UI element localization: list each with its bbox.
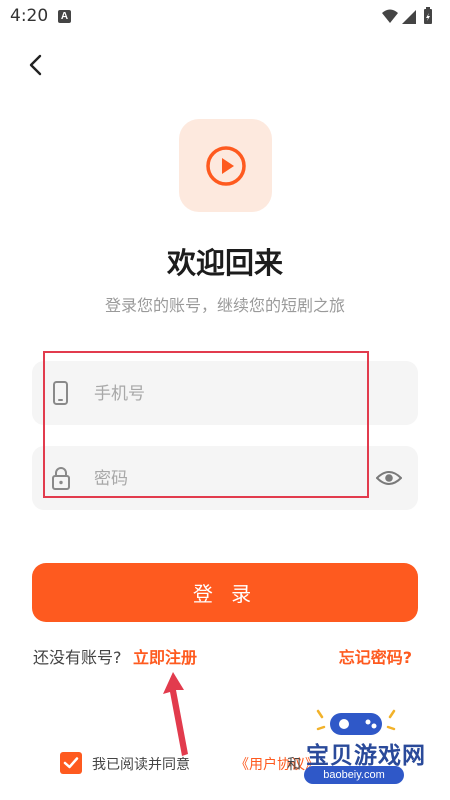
- watermark-url: baobeiy.com: [304, 766, 404, 784]
- password-input[interactable]: [92, 446, 376, 512]
- app-logo: [179, 119, 272, 212]
- page-subtitle: 登录您的账号，继续您的短剧之旅: [104, 296, 345, 315]
- lock-icon: [52, 467, 70, 490]
- status-icons: [380, 7, 440, 27]
- eye-icon[interactable]: [376, 467, 402, 489]
- chevron-left-icon: [29, 54, 42, 76]
- phone-field[interactable]: [32, 361, 418, 427]
- battery-icon: [424, 7, 432, 24]
- notification-icon: A: [58, 10, 71, 23]
- watermark: 宝贝游戏网 baobeiy.com: [286, 705, 446, 795]
- agreement-text: 我已阅读并同意: [92, 757, 190, 773]
- forgot-password-link[interactable]: 忘记密码?: [339, 644, 412, 668]
- no-account-text: 还没有账号?: [33, 648, 122, 667]
- agreement-checkbox[interactable]: [60, 752, 82, 774]
- signal-icon: [402, 10, 416, 24]
- wifi-icon: [382, 9, 398, 23]
- password-field[interactable]: [32, 446, 418, 512]
- watermark-text: 宝贝游戏网: [306, 743, 426, 769]
- back-button[interactable]: [22, 50, 52, 80]
- gamepad-icon: [316, 709, 396, 735]
- phone-input[interactable]: [92, 361, 376, 427]
- annotation-arrow: [163, 672, 188, 756]
- register-link[interactable]: 立即注册: [133, 644, 197, 668]
- checkmark-icon: [63, 757, 79, 769]
- play-circle-icon: [205, 145, 246, 186]
- page-title: 欢迎回来: [166, 246, 283, 280]
- status-time: 4:20: [10, 6, 49, 26]
- login-button[interactable]: 登 录: [32, 563, 418, 622]
- status-bar: 4:20 A: [0, 0, 450, 34]
- phone-icon: [53, 381, 68, 405]
